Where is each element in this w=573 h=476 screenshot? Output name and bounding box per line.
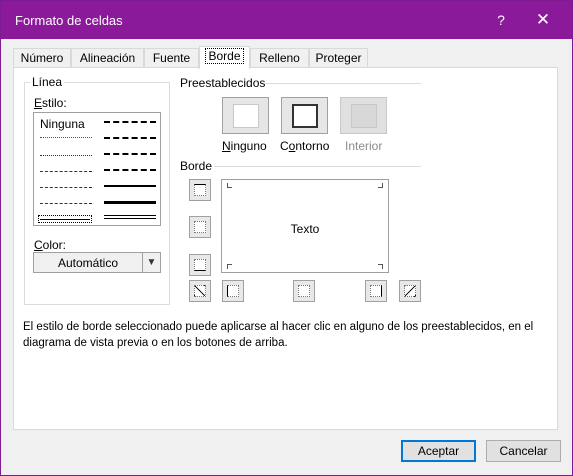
line-group-label: Línea: [30, 75, 65, 89]
style-option-slant-dash-dot[interactable]: [104, 137, 156, 139]
border-inside-vertical-button[interactable]: [293, 280, 315, 302]
border-diagonal-up-button[interactable]: [189, 280, 211, 302]
border-inside-horizontal-icon: [194, 221, 206, 233]
cancel-button[interactable]: Cancelar: [486, 440, 561, 462]
diagonal-down-icon: [404, 285, 416, 297]
color-label: Color:: [32, 238, 69, 252]
style-option-medium-dash-dot[interactable]: [104, 153, 156, 155]
style-option-thick[interactable]: [104, 201, 156, 204]
tab-numero[interactable]: Número: [13, 48, 71, 69]
tab-label: Número: [20, 51, 64, 65]
tab-label: Alineación: [79, 51, 136, 65]
border-inside-horizontal-button[interactable]: [189, 216, 211, 238]
preset-none-icon: [233, 104, 259, 128]
format-cells-dialog: Formato de celdas ? ✕ Número Alineación …: [0, 0, 573, 476]
style-option-dash-dot-dot[interactable]: [40, 171, 92, 172]
tab-label: Proteger: [315, 51, 362, 65]
tab-borde[interactable]: Borde: [199, 46, 250, 69]
close-button[interactable]: ✕: [531, 10, 555, 30]
description-text: El estilo de borde seleccionado puede ap…: [23, 321, 534, 349]
preset-none-button[interactable]: [222, 97, 269, 134]
preset-none-label: Ninguno: [222, 139, 267, 153]
help-button[interactable]: ?: [491, 10, 511, 30]
color-dropdown[interactable]: Automático ▼: [33, 252, 161, 273]
style-option-hairline[interactable]: [40, 137, 92, 138]
dialog-title: Formato de celdas: [15, 13, 123, 28]
border-bottom-icon: [194, 259, 206, 271]
preset-inside-button[interactable]: [340, 97, 387, 134]
preset-outline-label: Contorno: [280, 139, 330, 153]
preset-inside-label: Interior: [345, 139, 383, 153]
tab-label: Borde: [205, 48, 244, 64]
tab-fuente[interactable]: Fuente: [144, 48, 199, 69]
preview-corner-mark: [378, 264, 383, 269]
style-option-dashed[interactable]: [40, 203, 92, 204]
tab-label: Fuente: [152, 51, 191, 65]
style-option-dash-dot[interactable]: [40, 187, 92, 188]
tab-alineacion[interactable]: Alineación: [71, 48, 144, 69]
diagonal-up-icon: [194, 285, 206, 297]
border-tab-panel: Línea Estilo: Ninguna Color: Automático …: [13, 67, 558, 430]
border-right-button[interactable]: [365, 280, 387, 302]
preview-corner-mark: [378, 183, 383, 188]
preview-text: Texto: [290, 222, 320, 236]
line-style-list[interactable]: Ninguna: [33, 112, 161, 226]
presets-separator: [264, 83, 421, 84]
preset-inside-icon: [351, 104, 377, 128]
tab-label: Relleno: [259, 51, 300, 65]
style-label: Estilo:: [32, 96, 69, 110]
border-diagonal-down-button[interactable]: [399, 280, 421, 302]
border-separator: [214, 166, 421, 167]
border-left-button[interactable]: [222, 280, 244, 302]
preset-outline-icon: [292, 104, 318, 128]
border-label: Borde: [178, 159, 215, 173]
border-bottom-button[interactable]: [189, 254, 211, 276]
style-option-medium[interactable]: [104, 185, 156, 187]
border-top-icon: [194, 184, 206, 196]
preview-corner-mark: [227, 183, 232, 188]
style-option-medium-dashed[interactable]: [104, 169, 156, 171]
border-inside-vertical-icon: [298, 285, 310, 297]
title-bar: Formato de celdas ? ✕: [1, 1, 572, 39]
border-left-icon: [227, 285, 239, 297]
presets-label: Preestablecidos: [178, 76, 268, 90]
chevron-down-icon[interactable]: ▼: [142, 253, 160, 272]
style-option-dotted[interactable]: [40, 155, 92, 156]
style-option-none[interactable]: Ninguna: [40, 117, 85, 131]
border-preview[interactable]: Texto: [221, 179, 389, 273]
style-option-medium-dash-dot-dot[interactable]: [104, 121, 156, 123]
preset-outline-button[interactable]: [281, 97, 328, 134]
color-dropdown-value: Automático: [57, 256, 119, 270]
preview-corner-mark: [227, 264, 232, 269]
border-top-button[interactable]: [189, 179, 211, 201]
style-option-thin: [40, 219, 90, 220]
border-right-icon: [370, 285, 382, 297]
tab-relleno[interactable]: Relleno: [250, 48, 309, 69]
style-option-double[interactable]: [104, 215, 156, 219]
accept-button[interactable]: Aceptar: [401, 440, 476, 462]
tab-proteger[interactable]: Proteger: [309, 48, 368, 69]
